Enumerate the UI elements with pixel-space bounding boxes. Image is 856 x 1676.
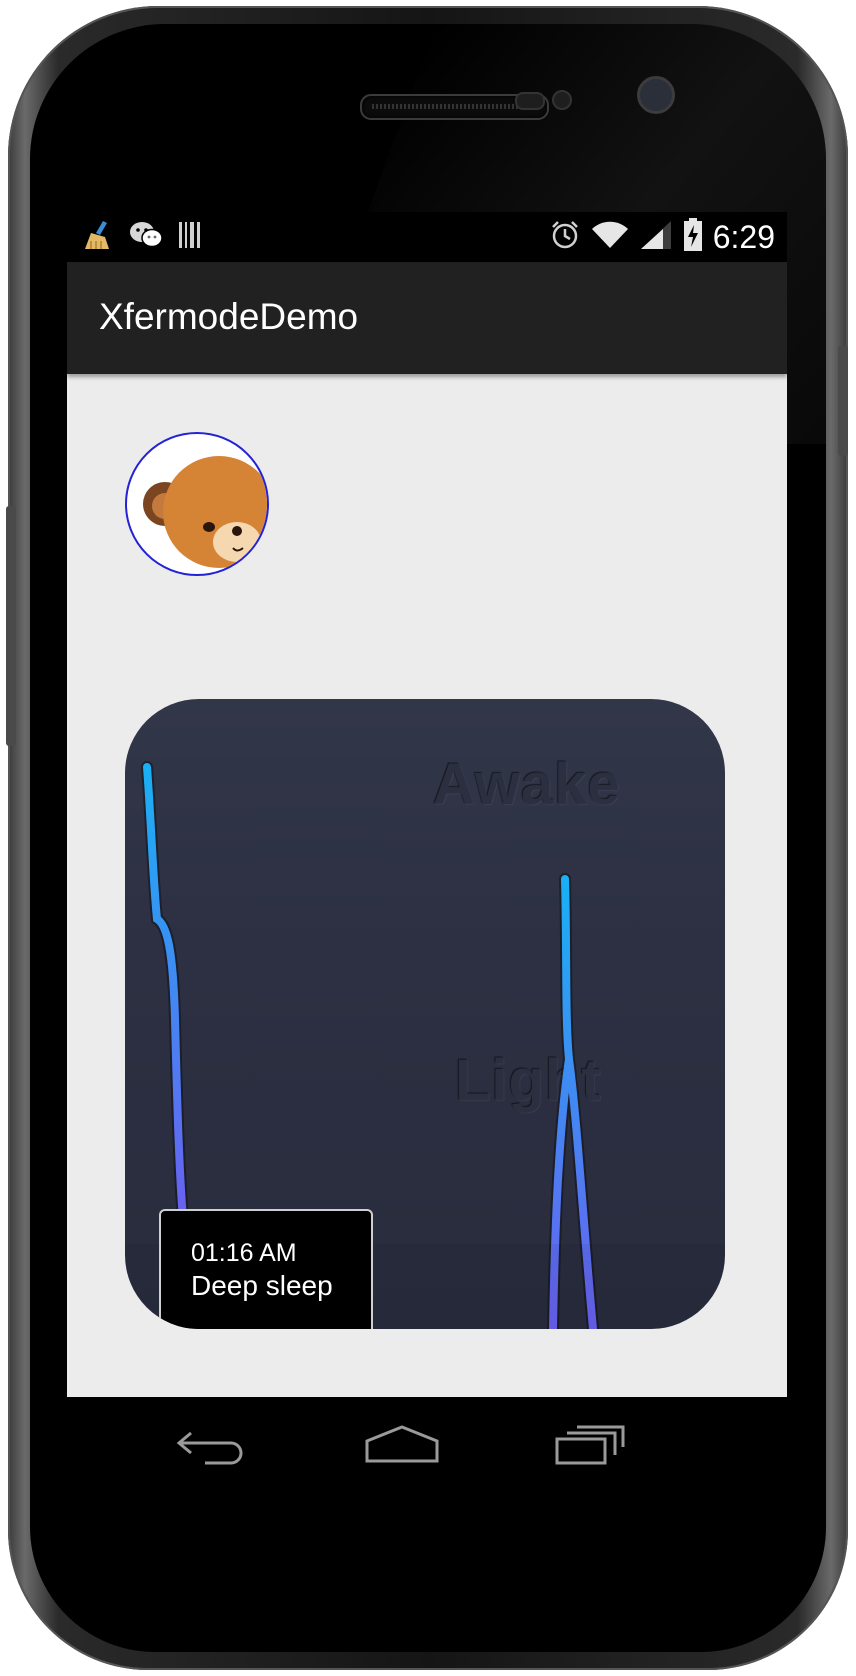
bear-avatar-icon bbox=[143, 456, 267, 568]
status-bar: 6:29 bbox=[67, 212, 787, 262]
action-bar: XfermodeDemo bbox=[67, 262, 787, 374]
tooltip-time: 01:16 AM bbox=[191, 1239, 297, 1267]
alarm-icon bbox=[549, 219, 581, 255]
home-button[interactable] bbox=[357, 1419, 447, 1469]
sleep-tooltip: 01:16 AM Deep sleep bbox=[159, 1209, 373, 1329]
app-title: XfermodeDemo bbox=[99, 296, 359, 337]
volume-button bbox=[6, 506, 16, 746]
back-button[interactable] bbox=[169, 1419, 259, 1469]
recent-apps-button[interactable] bbox=[543, 1419, 633, 1469]
wechat-icon bbox=[129, 220, 163, 254]
device-screen: 6:29 XfermodeDemo Awake Light 01:16 AM D… bbox=[67, 212, 787, 1492]
power-button bbox=[838, 346, 848, 456]
battery-charging-icon bbox=[683, 218, 703, 256]
back-icon bbox=[176, 1431, 243, 1465]
barcode-icon bbox=[177, 220, 203, 254]
home-icon bbox=[365, 1425, 439, 1463]
clean-broom-icon bbox=[83, 219, 115, 255]
recent-apps-icon bbox=[555, 1425, 625, 1465]
light-sensor bbox=[552, 90, 572, 110]
main-content: Awake Light 01:16 AM Deep sleep bbox=[67, 374, 787, 1397]
avatar bbox=[125, 432, 269, 576]
wifi-icon bbox=[591, 220, 629, 254]
cell-signal-icon bbox=[639, 219, 673, 255]
tooltip-state: Deep sleep bbox=[191, 1270, 333, 1301]
proximity-sensor bbox=[515, 92, 545, 110]
sleep-chart-card: Awake Light 01:16 AM Deep sleep bbox=[125, 699, 725, 1329]
navigation-bar bbox=[67, 1397, 787, 1492]
status-time: 6:29 bbox=[712, 218, 775, 255]
front-camera bbox=[637, 76, 675, 114]
